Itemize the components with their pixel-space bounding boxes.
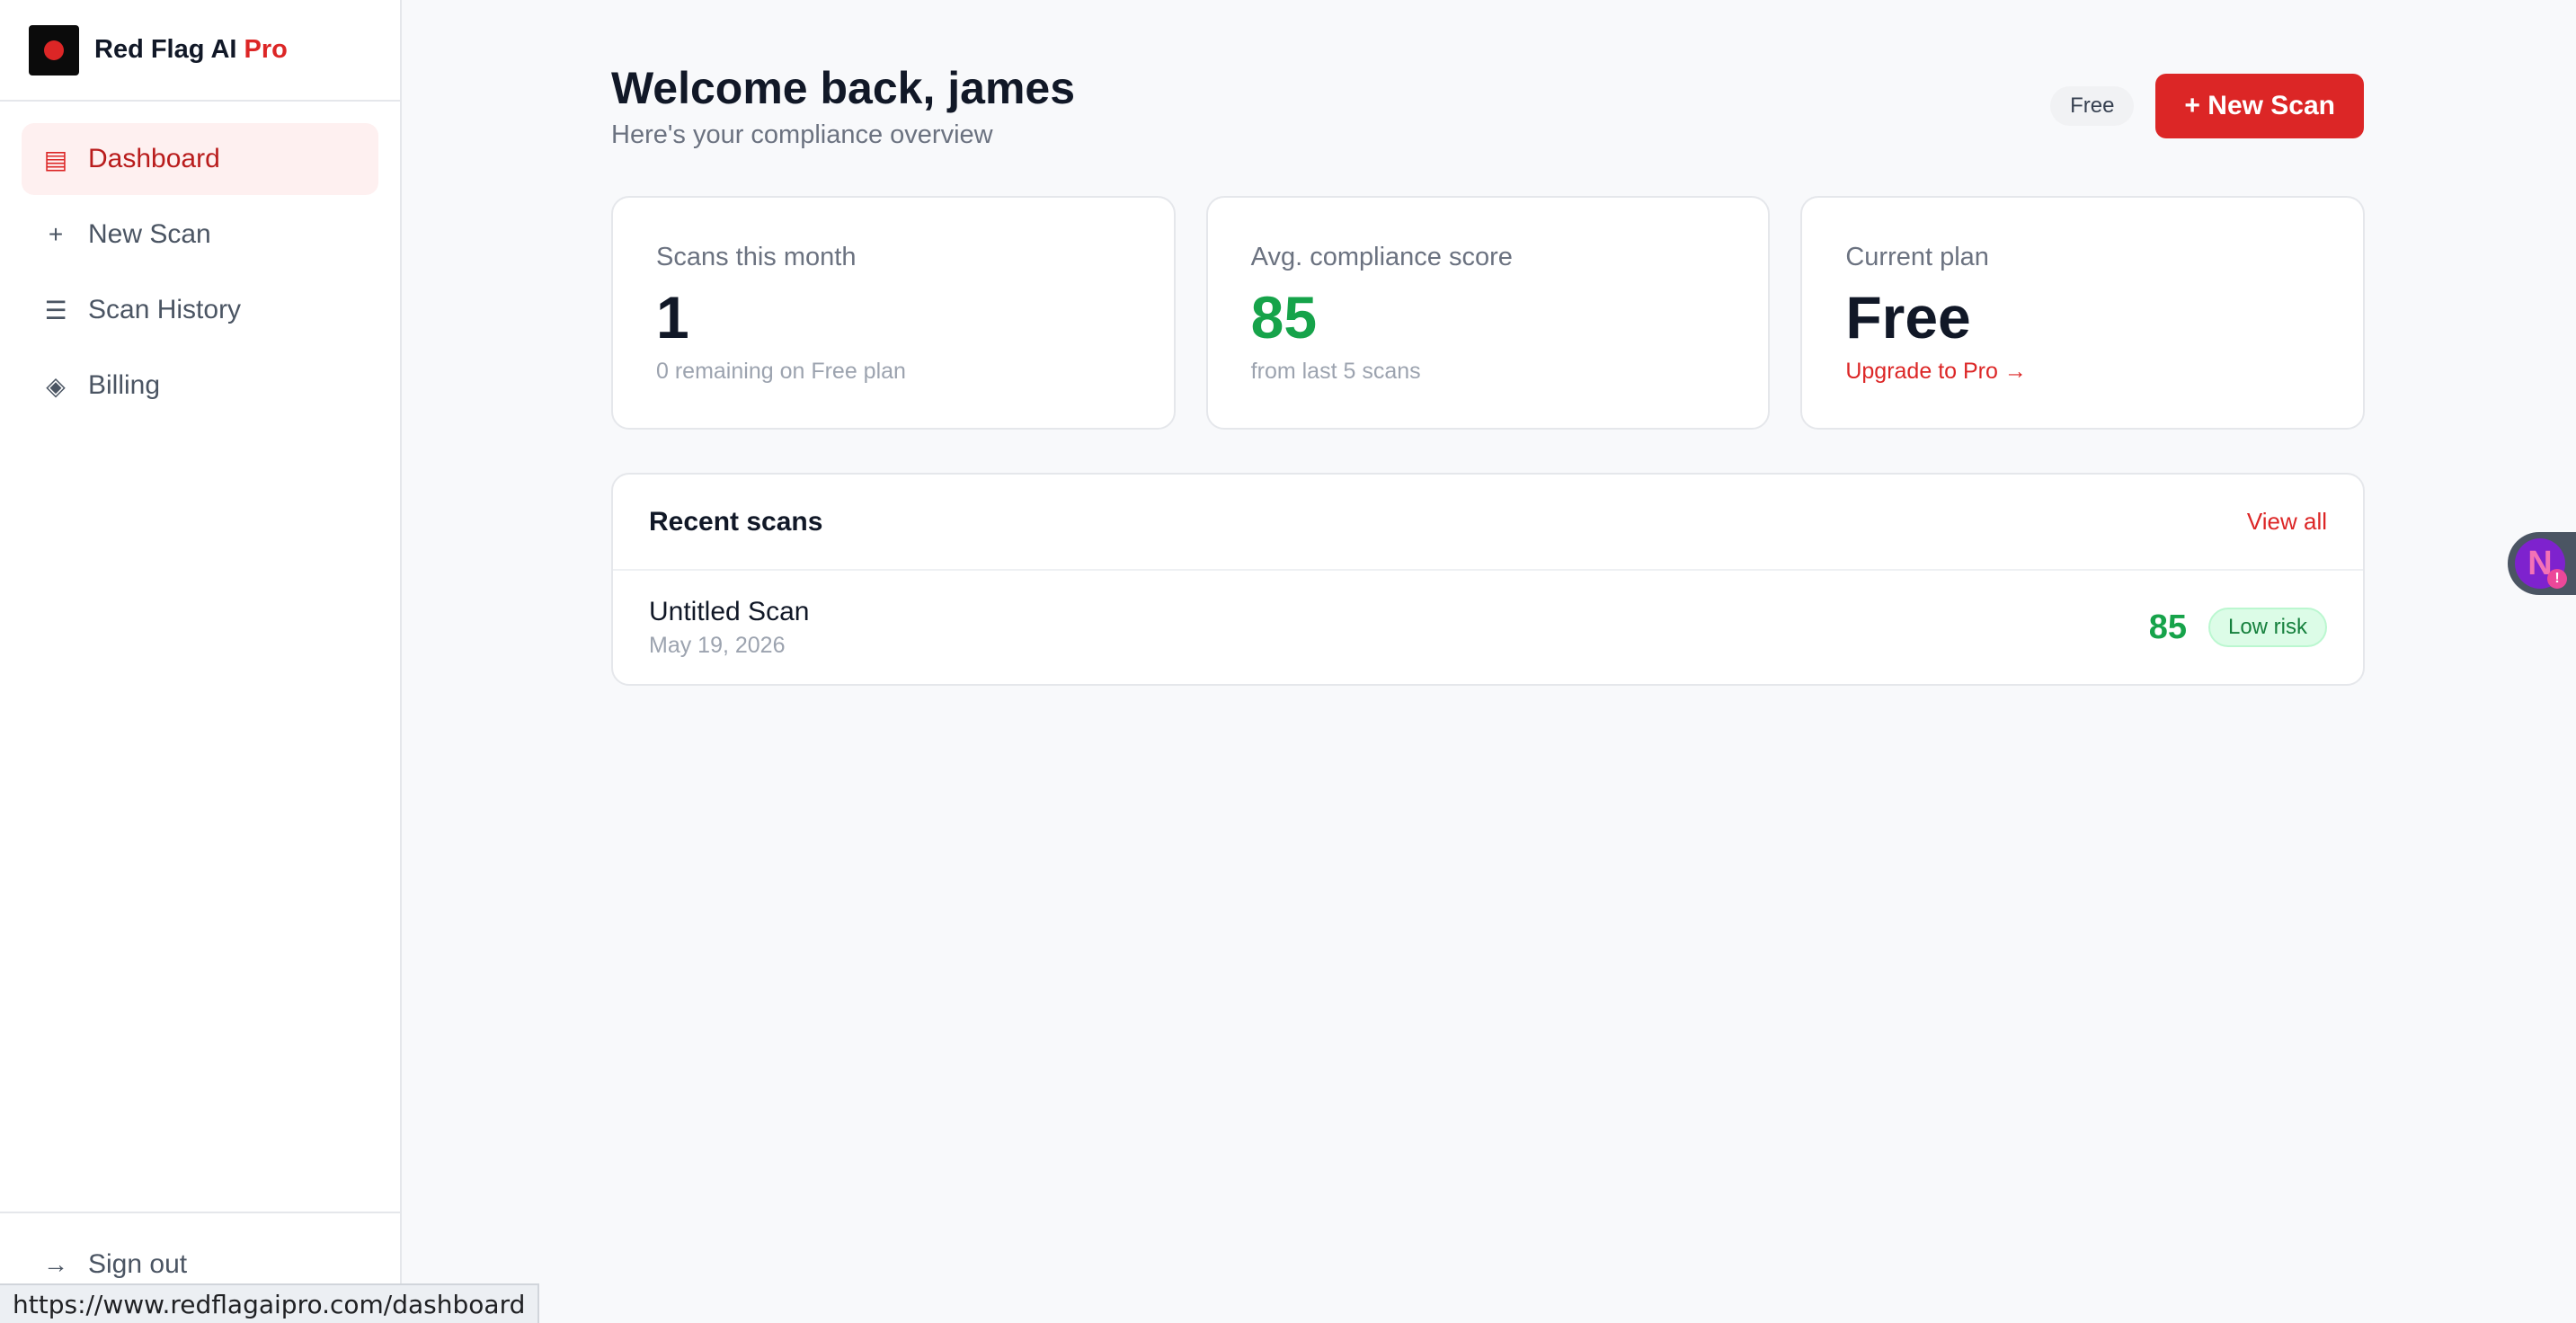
upgrade-link[interactable]: Upgrade to Pro → — [1845, 359, 2320, 385]
extension-logo-icon: N ! — [2515, 538, 2567, 589]
stat-value: 85 — [1250, 284, 1318, 351]
sign-out-button[interactable]: → Sign out — [43, 1249, 187, 1280]
brand-pro-text: Pro — [244, 35, 288, 64]
stat-label: Avg. compliance score — [1250, 243, 1513, 271]
scan-name: Untitled Scan — [649, 596, 810, 626]
sidebar-item-label: Dashboard — [88, 144, 220, 173]
dashboard-icon: ▤ — [43, 145, 68, 173]
sidebar-nav: ▤ Dashboard + New Scan ☰ Scan History ◈ … — [0, 102, 400, 422]
stat-value: 1 — [656, 284, 689, 351]
arrow-right-icon: → — [43, 1250, 68, 1278]
list-item[interactable]: Untitled Scan May 19, 2026 85 Low risk — [613, 571, 2363, 684]
stat-label: Scans this month — [656, 243, 857, 271]
list-icon: ☰ — [44, 296, 67, 324]
sidebar-item-dashboard[interactable]: ▤ Dashboard — [22, 123, 378, 195]
flag-icon — [44, 40, 64, 60]
plus-icon: + — [48, 220, 64, 248]
scan-date: May 19, 2026 — [649, 632, 786, 658]
stat-card-compliance: Avg. compliance score 85 from last 5 sca… — [1205, 196, 1771, 430]
stat-label: Current plan — [1845, 243, 1989, 271]
stat-note: from last 5 scans — [1250, 359, 1421, 384]
link-status-bar: https://www.redflagaipro.com/dashboard — [0, 1283, 540, 1323]
extension-widget[interactable]: N ! — [2508, 532, 2576, 595]
recent-scans-title: Recent scans — [649, 506, 823, 537]
brand-name-text: Red Flag AI — [94, 35, 237, 64]
stat-card-plan: Current plan Free Upgrade to Pro → — [1800, 196, 2366, 430]
stat-card-scans: Scans this month 1 0 remaining on Free p… — [611, 196, 1176, 430]
brand-name: Red Flag AI Pro — [94, 35, 288, 65]
brand-header[interactable]: Red Flag AI Pro — [0, 0, 400, 102]
recent-scans-panel: Recent scans View all Untitled Scan May … — [611, 473, 2365, 686]
stats-cards: Scans this month 1 0 remaining on Free p… — [611, 196, 2366, 430]
alert-icon: ! — [2547, 569, 2567, 589]
sidebar-item-billing[interactable]: ◈ Billing — [22, 350, 378, 422]
scan-info: Untitled Scan May 19, 2026 — [649, 597, 809, 659]
scan-result: 85 Low risk — [2149, 608, 2327, 647]
app-window: Red Flag AI Pro ▤ Dashboard + New Scan ☰… — [0, 0, 2576, 1323]
sidebar: Red Flag AI Pro ▤ Dashboard + New Scan ☰… — [0, 0, 402, 1323]
sidebar-item-label: Scan History — [88, 295, 242, 324]
sign-out-label: Sign out — [88, 1249, 188, 1279]
plan-badge: Free — [2050, 86, 2135, 126]
stat-value: Free — [1845, 284, 1971, 351]
view-all-link[interactable]: View all — [2247, 508, 2327, 536]
page-header: Welcome back, james Here's your complian… — [611, 63, 2364, 162]
sidebar-item-label: Billing — [88, 370, 161, 400]
new-scan-button[interactable]: + New Scan — [2155, 74, 2364, 138]
recent-scans-header: Recent scans View all — [613, 475, 2363, 571]
sidebar-item-new-scan[interactable]: + New Scan — [22, 199, 378, 271]
stat-note: 0 remaining on Free plan — [656, 359, 906, 384]
brand-logo — [29, 24, 79, 75]
sidebar-item-label: New Scan — [88, 219, 211, 249]
header-actions: Free + New Scan — [2050, 74, 2364, 138]
scan-score: 85 — [2148, 608, 2187, 646]
risk-badge: Low risk — [2207, 608, 2327, 647]
sidebar-item-scan-history[interactable]: ☰ Scan History — [22, 274, 378, 346]
main-content: Welcome back, james Here's your complian… — [402, 0, 2576, 1323]
diamond-icon: ◈ — [46, 371, 66, 400]
